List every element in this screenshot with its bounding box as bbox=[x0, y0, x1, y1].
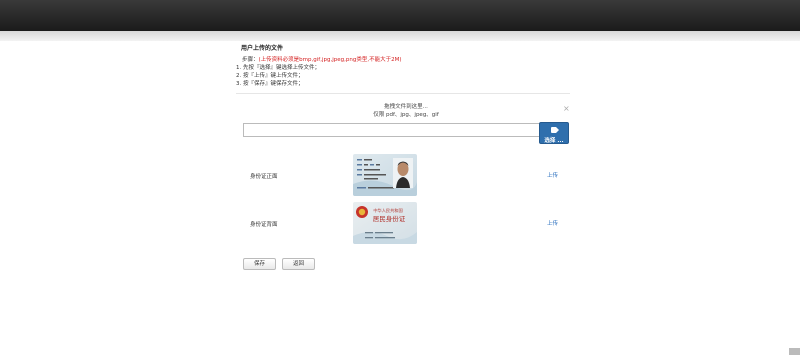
scroll-corner bbox=[789, 348, 800, 355]
instructions-steps: 1. 先按『选择』键选择上传文件； 2. 按『上传』键上传文件； 3. 按『保存… bbox=[236, 64, 401, 88]
page-title: 用户上传的文件 bbox=[241, 45, 284, 52]
document-label: 身份证正面 bbox=[250, 174, 278, 180]
upload-link-id-front[interactable]: 上传 bbox=[547, 171, 558, 179]
file-path-input[interactable] bbox=[243, 123, 540, 137]
back-button[interactable]: 返回 bbox=[282, 258, 315, 270]
upload-link-id-back[interactable]: 上传 bbox=[547, 219, 558, 227]
id-card-front-thumbnail[interactable] bbox=[353, 154, 417, 196]
save-button[interactable]: 保存 bbox=[243, 258, 276, 270]
instruction-step: 3. 按『保存』键保存文件； bbox=[236, 81, 304, 87]
id-card-back-image: 中华人民共和国 居民身份证 bbox=[353, 202, 417, 244]
top-navigation-bar bbox=[0, 0, 800, 31]
instructions-header: 步骤：(上传资料必须是bmp,gif,jpg,jpeg,png类型,不能大于2M… bbox=[236, 56, 401, 64]
upload-instructions: 步骤：(上传资料必须是bmp,gif,jpg,jpeg,png类型,不能大于2M… bbox=[236, 56, 401, 88]
instructions-prefix: 步骤： bbox=[242, 57, 259, 63]
instruction-step: 1. 先按『选择』键选择上传文件； bbox=[236, 65, 320, 71]
divider bbox=[236, 93, 570, 94]
id-card-title-text: 居民身份证 bbox=[373, 214, 406, 223]
instruction-step: 2. 按『上传』键上传文件； bbox=[236, 73, 304, 79]
sub-header-bar bbox=[0, 31, 800, 41]
upload-icon bbox=[551, 127, 559, 133]
document-row-id-front: 身份证正面 上传 bbox=[242, 154, 572, 198]
document-label: 身份证背面 bbox=[250, 222, 278, 228]
id-card-country-text: 中华人民共和国 bbox=[373, 207, 402, 214]
choose-file-label: 选择 ... bbox=[544, 138, 564, 144]
drop-zone-text: 拖拽文件到这里... bbox=[384, 104, 428, 110]
allowed-types-text: 仅限 pdf、jpg、jpeg、gif bbox=[373, 112, 439, 118]
document-row-id-back: 身份证背面 中华人民共和国 居民身份证 上传 bbox=[242, 202, 572, 246]
id-card-front-image bbox=[353, 154, 417, 196]
file-type-hint: (上传资料必须是bmp,gif,jpg,jpeg,png类型,不能大于2M) bbox=[258, 57, 402, 63]
choose-file-button[interactable]: 选择 ... bbox=[539, 122, 569, 144]
id-card-back-thumbnail[interactable]: 中华人民共和国 居民身份证 bbox=[353, 202, 417, 244]
file-drop-zone[interactable]: 拖拽文件到这里... 仅限 pdf、jpg、jpeg、gif bbox=[242, 103, 570, 123]
close-icon[interactable]: × bbox=[563, 105, 570, 113]
